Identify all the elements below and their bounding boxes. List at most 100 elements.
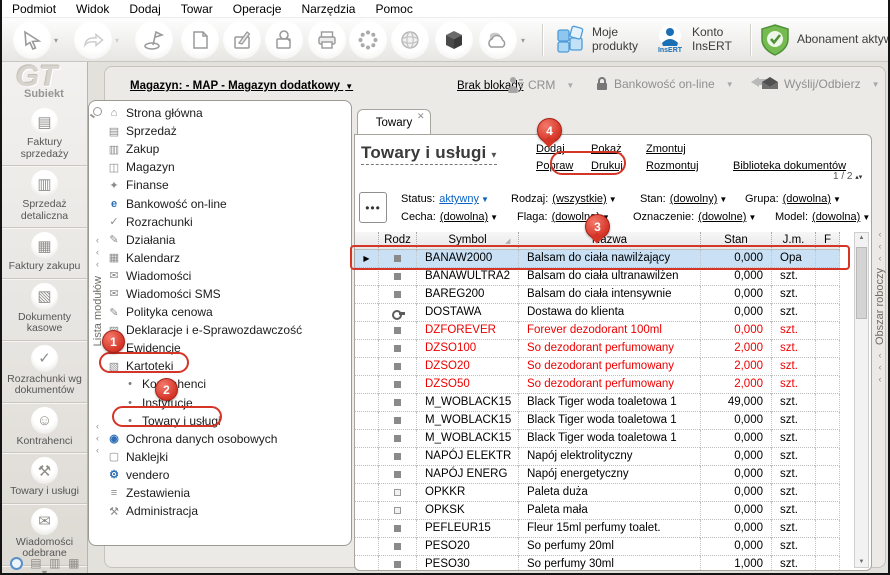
table-row[interactable]: M_WOBLACK15Black Tiger woda toaletowa 10… — [355, 412, 840, 430]
cube-icon[interactable] — [435, 21, 473, 59]
mini-basket-icon[interactable]: ▥ — [49, 556, 60, 570]
settings-gear-icon[interactable] — [349, 21, 387, 59]
filter-caret-icon[interactable]: ▼ — [748, 213, 756, 222]
menu-narzedzia[interactable]: Narzędzia — [291, 0, 365, 18]
new-document-icon[interactable] — [181, 21, 219, 59]
table-row[interactable]: BAREG200Balsam do ciała intensywnie0,000… — [355, 286, 840, 304]
moje-produkty-label[interactable]: Moje produkty — [592, 25, 650, 53]
filter-value-cecha[interactable]: (dowolna) — [440, 211, 488, 223]
filter-value-stan[interactable]: (dowolny) — [670, 193, 718, 205]
filter-caret-icon[interactable]: ▼ — [609, 195, 617, 204]
menu-podmiot[interactable]: Podmiot — [2, 0, 66, 18]
table-row[interactable]: DZSO20So dezodorant perfumowany2,000szt. — [355, 358, 840, 376]
go-back-icon[interactable] — [74, 21, 112, 59]
tree-item-kontrahenci[interactable]: •Kontrahenci — [106, 375, 349, 393]
scroll-up-icon[interactable]: ▲ — [855, 235, 868, 241]
tree-item-ochrona-danych-osobowych[interactable]: ◉Ochrona danych osobowych — [106, 430, 349, 448]
konto-insert-label[interactable]: Konto InsERT — [692, 25, 750, 53]
filter-caret-icon[interactable]: ▼ — [490, 213, 498, 222]
table-row[interactable]: DZSO100So dezodorant perfumowany2,000szt… — [355, 340, 840, 358]
scroll-down-icon[interactable]: ▼ — [855, 559, 868, 565]
cloud-caret-icon[interactable]: ▾ — [521, 36, 525, 45]
table-row[interactable]: OPKKRPaleta duża0,000szt. — [355, 484, 840, 502]
table-row[interactable]: PESO20So perfumy 20ml0,000szt. — [355, 538, 840, 556]
mini-box-icon[interactable]: ▦ — [68, 556, 79, 570]
filter-caret-icon[interactable]: ▼ — [833, 195, 841, 204]
table-row[interactable]: BANAWULTRA2Balsam do ciała ultranawilżen… — [355, 268, 840, 286]
filter-value-model[interactable]: (dowolna) — [812, 211, 860, 223]
tree-item-deklaracje-i-e-sprawozdawczosc[interactable]: ▨Deklaracje i e-Sprawozdawczość — [106, 321, 349, 339]
page-title[interactable]: Towary i usługi ▾ — [361, 143, 497, 165]
sidebar-item-faktury-zakupu[interactable]: ▦Faktury zakupu — [2, 228, 87, 279]
tree-item-sprzedaz[interactable]: ▤Sprzedaż — [106, 122, 349, 140]
tree-item-rozrachunki[interactable]: ✓Rozrachunki — [106, 213, 349, 231]
mini-selected-icon[interactable] — [10, 557, 23, 570]
rozmontuj-link[interactable]: Rozmontuj — [646, 160, 699, 172]
tree-item-wiadomosci-sms[interactable]: ✉Wiadomości SMS — [106, 285, 349, 303]
filter-value-oznaczenie[interactable]: (dowolne) — [698, 211, 746, 223]
select-mode-caret-icon[interactable]: ▾ — [54, 36, 58, 45]
crm-button[interactable]: CRM▼ — [507, 76, 574, 94]
go-back-caret-icon[interactable]: ▾ — [115, 36, 119, 45]
find-document-icon[interactable] — [265, 21, 303, 59]
biblioteka-dokumentow-link[interactable]: Biblioteka dokumentów — [733, 160, 846, 172]
expand-chevron-icon[interactable]: ‹‹‹ — [879, 228, 882, 264]
tree-item-finanse[interactable]: ✦Finanse — [106, 176, 349, 194]
filter-pager[interactable]: 1 / 2 ▴▾ — [833, 171, 862, 182]
table-row[interactable]: NAPÓJ ENERGNapój energetyczny0,000szt. — [355, 466, 840, 484]
flag-icon[interactable] — [135, 21, 173, 59]
konto-insert-icon[interactable]: InsERT — [653, 23, 687, 57]
tab-close-icon[interactable]: ✕ — [417, 111, 425, 122]
module-list-strip[interactable]: ‹‹‹ Lista modułów ‹‹‹ — [89, 101, 106, 545]
magazyn-selector[interactable]: Magazyn: - MAP - Magazyn dodatkowy ▼ — [130, 80, 353, 92]
menu-towar[interactable]: Towar — [171, 0, 223, 18]
sidebar-item-rozrachunki-wg-dokumentow[interactable]: ✓Rozrachunki wg dokumentów — [2, 341, 87, 403]
sidebar-item-towary-i-uslugi[interactable]: ⚒Towary i usługi — [2, 453, 87, 504]
pager-down-icon[interactable]: ▾ — [859, 174, 863, 181]
table-row[interactable]: OPKSKPaleta mała0,000szt. — [355, 502, 840, 520]
filter-value-rodzaj[interactable]: (wszystkie) — [552, 193, 606, 205]
tree-item-zestawienia[interactable]: ≡Zestawienia — [106, 484, 349, 502]
table-row[interactable]: PESO30So perfumy 30ml1,000szt. — [355, 556, 840, 571]
table-row[interactable]: DZFOREVERForever dezodorant 100ml0,000sz… — [355, 322, 840, 340]
select-mode-icon[interactable] — [13, 21, 51, 59]
table-row[interactable]: M_WOBLACK15Black Tiger woda toaletowa 14… — [355, 394, 840, 412]
filter-value-status[interactable]: aktywny — [439, 193, 479, 205]
table-row[interactable]: DZSO50So dezodorant perfumowany2,000szt. — [355, 376, 840, 394]
menu-widok[interactable]: Widok — [66, 0, 119, 18]
filter-caret-icon[interactable]: ▼ — [481, 195, 489, 204]
tree-item-dzialania[interactable]: ✎Działania — [106, 231, 349, 249]
printer-icon[interactable] — [308, 21, 346, 59]
menu-dodaj[interactable]: Dodaj — [119, 0, 170, 18]
mini-sales-icon[interactable]: ▤ — [30, 556, 41, 570]
tree-item-administracja[interactable]: ⚒Administracja — [106, 502, 349, 520]
sidebar-item-faktury-sprzedazy[interactable]: ▤Faktury sprzedaży — [2, 104, 87, 166]
sidebar-item-kontrahenci[interactable]: ☺Kontrahenci — [2, 403, 87, 454]
tree-item-bankowosc-on-line[interactable]: eBankowość on-line — [106, 194, 349, 212]
vertical-scrollbar[interactable]: ▲ ▼ — [854, 232, 869, 568]
sidebar-item-dokumenty-kasowe[interactable]: ▧Dokumenty kasowe — [2, 279, 87, 341]
table-row[interactable]: DOSTAWADostawa do klienta0,000szt. — [355, 304, 840, 322]
sidebar-item-sprzedaz-detaliczna[interactable]: ▥Sprzedaż detaliczna — [2, 166, 87, 228]
filter-caret-icon[interactable]: ▼ — [719, 195, 727, 204]
tree-item-kalendarz[interactable]: ▦Kalendarz — [106, 249, 349, 267]
search-icon[interactable] — [93, 107, 102, 116]
bankowosc-button[interactable]: Bankowość on-line▼ — [595, 76, 734, 92]
tree-item-wiadomosci[interactable]: ✉Wiadomości — [106, 267, 349, 285]
moje-produkty-icon[interactable] — [554, 24, 586, 56]
table-row[interactable]: M_WOBLACK15Black Tiger woda toaletowa 10… — [355, 430, 840, 448]
tree-item-vendero[interactable]: ⚙vendero — [106, 466, 349, 484]
collapse-chevron-icon[interactable]: ‹‹‹ — [96, 234, 99, 270]
tree-item-naklejki[interactable]: ▢Naklejki — [106, 448, 349, 466]
edit-document-icon[interactable] — [223, 21, 261, 59]
tree-item-zakup[interactable]: ▥Zakup — [106, 140, 349, 158]
zmontuj-link[interactable]: Zmontuj — [646, 143, 686, 155]
table-row[interactable]: NAPÓJ ELEKTRNapój elektrolityczny0,000sz… — [355, 448, 840, 466]
expand-chevron-icon[interactable]: ‹‹‹ — [879, 349, 882, 385]
cloud-data-icon[interactable] — [479, 21, 517, 59]
menu-operacje[interactable]: Operacje — [223, 0, 292, 18]
filter-value-grupa[interactable]: (dowolna) — [783, 193, 831, 205]
scroll-thumb[interactable] — [856, 247, 867, 319]
collapse-chevron-icon[interactable]: ‹‹‹ — [96, 420, 99, 456]
globe-icon[interactable] — [391, 21, 429, 59]
